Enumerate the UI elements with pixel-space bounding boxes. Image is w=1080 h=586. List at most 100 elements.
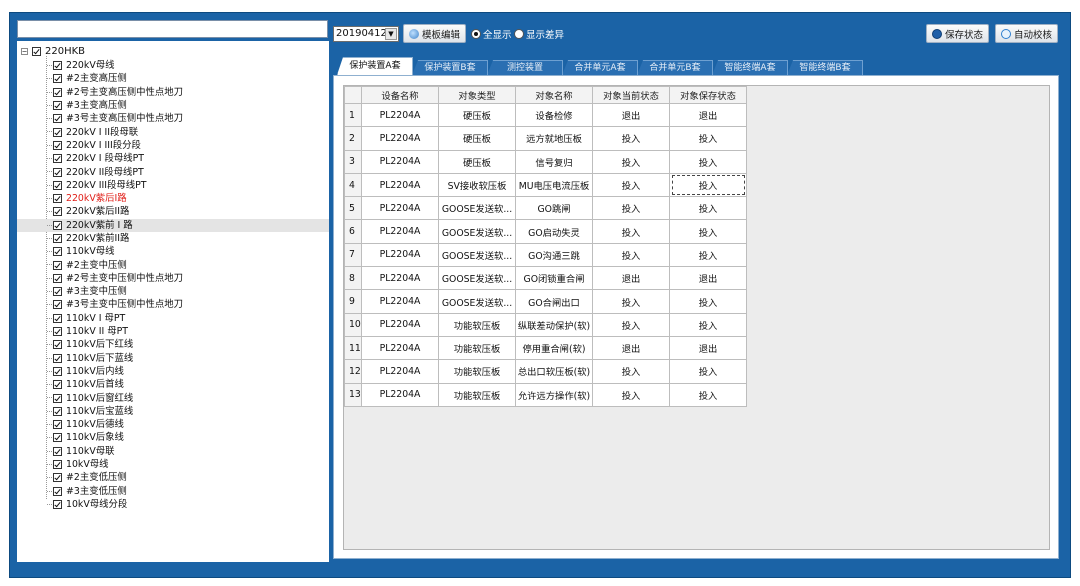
table-cell[interactable]: 功能软压板 — [438, 335, 516, 361]
tree-item-checkbox[interactable] — [53, 460, 62, 470]
tree-item-checkbox[interactable] — [53, 300, 62, 310]
tree-item[interactable]: #2主变高压侧 — [17, 72, 329, 85]
table-row[interactable]: 1 PL2204A 硬压板 设备检修 退出 退出 — [344, 102, 747, 128]
table-cell[interactable]: GOOSE发送软... — [438, 219, 516, 244]
tree-item-checkbox[interactable] — [53, 207, 62, 217]
table-cell[interactable]: 投入 — [592, 196, 670, 221]
tree-item-checkbox[interactable] — [53, 74, 62, 84]
tab-5[interactable]: 合并单元B套 — [637, 60, 713, 75]
tree-item-checkbox[interactable] — [53, 353, 62, 363]
table-cell[interactable]: MU电压电流压板 — [515, 172, 593, 198]
table-cell[interactable]: PL2204A — [361, 382, 439, 407]
tab-3[interactable]: 测控装置 — [487, 60, 563, 75]
tree-item[interactable]: 220kV紫后I路 — [17, 192, 329, 205]
table-cell[interactable]: GO跳闸 — [515, 196, 593, 221]
table-cell[interactable]: 退出 — [592, 102, 670, 128]
date-select[interactable]: 20190412 ▼ — [333, 26, 399, 42]
table-cell[interactable]: PL2204A — [361, 219, 439, 244]
table-cell[interactable]: 功能软压板 — [438, 359, 516, 384]
table-cell[interactable]: 投入 — [592, 359, 670, 384]
tree-item-checkbox[interactable] — [53, 101, 62, 111]
tree-item-checkbox[interactable] — [53, 220, 62, 230]
tree-item[interactable]: 110kV后内线 — [17, 365, 329, 378]
tree-item[interactable]: 110kV后象线 — [17, 431, 329, 444]
table-cell[interactable]: 投入 — [592, 242, 670, 268]
tree-root-checkbox[interactable] — [32, 46, 41, 56]
column-header[interactable]: 设备名称 — [361, 86, 439, 104]
tree-item-checkbox[interactable] — [53, 247, 62, 257]
tree-filter-input[interactable] — [17, 20, 328, 38]
table-cell[interactable]: 停用重合闸(软) — [515, 335, 593, 361]
tree-item-checkbox[interactable] — [53, 61, 62, 71]
tree-item[interactable]: 220kV I 段母线PT — [17, 152, 329, 165]
tree-item[interactable]: 10kV母线分段 — [17, 498, 329, 511]
table-cell[interactable]: PL2204A — [361, 312, 439, 337]
tab-4[interactable]: 合并单元A套 — [562, 60, 638, 75]
table-cell[interactable]: 投入 — [592, 126, 670, 151]
table-cell[interactable]: PL2204A — [361, 359, 439, 384]
tree-item[interactable]: 10kV母线 — [17, 458, 329, 471]
collapse-icon[interactable]: − — [21, 47, 28, 55]
table-cell[interactable]: 功能软压板 — [438, 382, 516, 407]
row-number-cell[interactable]: 8 — [344, 266, 362, 291]
radio-show-diff[interactable]: 显示差异 — [514, 27, 564, 41]
tree-item[interactable]: 110kV母联 — [17, 445, 329, 458]
table-row[interactable]: 2 PL2204A 硬压板 远方就地压板 投入 投入 — [344, 126, 747, 151]
table-cell[interactable]: 投入 — [592, 289, 670, 314]
table-cell[interactable]: PL2204A — [361, 289, 439, 314]
tree-item[interactable]: #3主变高压侧 — [17, 99, 329, 112]
tree-item-checkbox[interactable] — [53, 273, 62, 283]
tree-item-checkbox[interactable] — [53, 406, 62, 416]
column-header[interactable]: 对象名称 — [515, 86, 593, 104]
table-row[interactable]: 4 PL2204A SV接收软压板 MU电压电流压板 投入 投入 — [344, 172, 747, 198]
tree-item-checkbox[interactable] — [53, 114, 62, 124]
table-cell[interactable]: GO合闸出口 — [515, 289, 593, 314]
row-number-cell[interactable]: 4 — [344, 172, 362, 198]
tree-item[interactable]: 220kV紫前 I 路 — [17, 218, 329, 232]
tree-item[interactable]: 220kV紫前II路 — [17, 232, 329, 245]
tree-item[interactable]: 220kV III段母线PT — [17, 179, 329, 192]
tree-item-checkbox[interactable] — [53, 234, 62, 243]
tree-item[interactable]: 110kV I 母PT — [17, 312, 329, 325]
template-edit-button[interactable]: 模板编辑 — [403, 24, 467, 43]
table-cell[interactable]: GO沟通三跳 — [515, 242, 593, 268]
tree-item[interactable]: 110kV后下红线 — [17, 338, 329, 351]
table-cell[interactable]: 退出 — [669, 266, 747, 291]
table-cell[interactable]: 投入 — [669, 172, 747, 198]
tree-item[interactable]: #3主变中压侧 — [17, 285, 329, 298]
tree-item-checkbox[interactable] — [53, 140, 62, 150]
radio-show-all-dot[interactable] — [471, 29, 481, 39]
tab-2[interactable]: 保护装置B套 — [412, 60, 488, 75]
tree-item[interactable]: #2号主变中压侧中性点地刀 — [17, 272, 329, 285]
table-cell[interactable]: 投入 — [669, 382, 747, 407]
tree-item-checkbox[interactable] — [53, 87, 62, 97]
table-cell[interactable]: 退出 — [669, 335, 747, 361]
table-cell[interactable]: GO闭锁重合闸 — [515, 266, 593, 291]
table-cell[interactable]: 投入 — [592, 172, 670, 198]
tree-item[interactable]: 220kV II段母线PT — [17, 165, 329, 178]
table-cell[interactable]: PL2204A — [361, 196, 439, 221]
tree-item[interactable]: 110kV II 母PT — [17, 325, 329, 338]
tree-item[interactable]: 110kV后德线 — [17, 418, 329, 431]
row-number-cell[interactable]: 7 — [344, 242, 362, 268]
tree-item[interactable]: 110kV后窗红线 — [17, 391, 329, 404]
table-cell[interactable]: GO启动失灵 — [515, 219, 593, 244]
tree-item-checkbox[interactable] — [53, 486, 62, 496]
tree-item-checkbox[interactable] — [53, 180, 62, 190]
row-number-cell[interactable]: 11 — [344, 335, 362, 361]
table-row[interactable]: 5 PL2204A GOOSE发送软... GO跳闸 投入 投入 — [344, 196, 747, 221]
table-cell[interactable]: 远方就地压板 — [515, 126, 593, 151]
table-cell[interactable]: 设备检修 — [515, 102, 593, 128]
tree-item-checkbox[interactable] — [53, 154, 62, 164]
table-cell[interactable]: 投入 — [669, 126, 747, 151]
tree-item[interactable]: 220kV I III段分段 — [17, 139, 329, 152]
row-number-cell[interactable]: 13 — [344, 382, 362, 407]
table-cell[interactable]: 投入 — [592, 382, 670, 407]
tree-item-checkbox[interactable] — [53, 340, 62, 350]
tree-item-checkbox[interactable] — [53, 287, 62, 297]
table-cell[interactable]: 投入 — [592, 219, 670, 244]
table-cell[interactable]: GOOSE发送软... — [438, 242, 516, 268]
row-number-cell[interactable]: 5 — [344, 196, 362, 221]
tree-item[interactable]: 220kV紫后II路 — [17, 205, 329, 218]
table-row[interactable]: 6 PL2204A GOOSE发送软... GO启动失灵 投入 投入 — [344, 219, 747, 244]
